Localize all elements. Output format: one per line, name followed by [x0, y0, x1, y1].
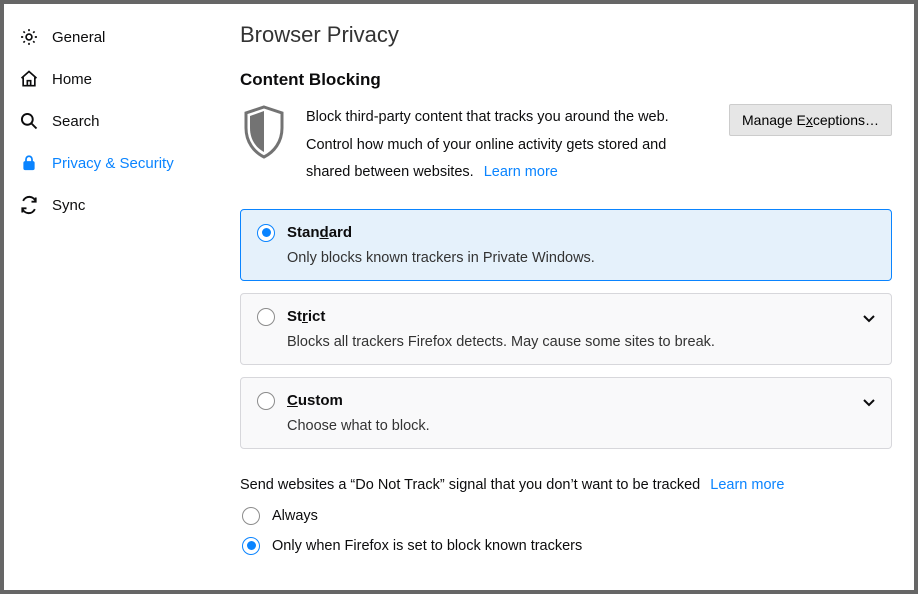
dnt-option-only-blocking[interactable]: Only when Firefox is set to block known … — [240, 537, 892, 555]
dnt-learn-more-link[interactable]: Learn more — [710, 477, 784, 493]
search-icon — [18, 110, 40, 132]
sidebar-item-search[interactable]: Search — [4, 100, 204, 142]
sidebar-item-label: Home — [52, 71, 92, 88]
chevron-down-icon[interactable] — [863, 310, 875, 326]
lock-icon — [18, 152, 40, 174]
option-desc-strict: Blocks all trackers Firefox detects. May… — [287, 334, 875, 350]
gear-icon — [18, 26, 40, 48]
sidebar-item-home[interactable]: Home — [4, 58, 204, 100]
dnt-option-always[interactable]: Always — [240, 507, 892, 525]
sidebar: General Home Search — [4, 4, 204, 590]
sidebar-item-label: Privacy & Security — [52, 155, 174, 172]
dnt-option-always-label: Always — [272, 508, 318, 524]
shield-icon — [240, 104, 288, 163]
sidebar-item-sync[interactable]: Sync — [4, 184, 204, 226]
blocking-option-strict[interactable]: Strict Blocks all trackers Firefox detec… — [240, 293, 892, 365]
chevron-down-icon[interactable] — [863, 394, 875, 410]
option-title-strict: Strict — [287, 308, 325, 325]
blocking-option-custom[interactable]: Custom Choose what to block. — [240, 377, 892, 449]
radio-standard[interactable] — [257, 224, 275, 242]
sidebar-item-label: General — [52, 29, 105, 46]
main-content: Browser Privacy Content Blocking Block t… — [204, 4, 914, 590]
do-not-track-section: Send websites a “Do Not Track” signal th… — [240, 477, 892, 555]
content-blocking-intro: Block third-party content that tracks yo… — [240, 104, 892, 187]
content-blocking-description: Block third-party content that tracks yo… — [306, 104, 695, 187]
sidebar-item-general[interactable]: General — [4, 16, 204, 58]
option-title-custom: Custom — [287, 392, 343, 409]
option-desc-custom: Choose what to block. — [287, 418, 875, 434]
content-blocking-learn-more-link[interactable]: Learn more — [484, 164, 558, 180]
sidebar-item-privacy-security[interactable]: Privacy & Security — [4, 142, 204, 184]
dnt-description-text: Send websites a “Do Not Track” signal th… — [240, 477, 700, 493]
radio-custom[interactable] — [257, 392, 275, 410]
blocking-option-standard[interactable]: Standard Only blocks known trackers in P… — [240, 209, 892, 281]
content-blocking-heading: Content Blocking — [240, 70, 892, 90]
page-title: Browser Privacy — [240, 22, 892, 48]
dnt-description: Send websites a “Do Not Track” signal th… — [240, 477, 892, 493]
dnt-option-only-blocking-label: Only when Firefox is set to block known … — [272, 538, 582, 554]
radio-dnt-always[interactable] — [242, 507, 260, 525]
option-desc-standard: Only blocks known trackers in Private Wi… — [287, 250, 875, 266]
radio-strict[interactable] — [257, 308, 275, 326]
option-title-standard: Standard — [287, 224, 352, 241]
manage-exceptions-button[interactable]: Manage Exceptions… — [729, 104, 892, 136]
home-icon — [18, 68, 40, 90]
sync-icon — [18, 194, 40, 216]
sidebar-item-label: Sync — [52, 197, 85, 214]
sidebar-item-label: Search — [52, 113, 100, 130]
radio-dnt-only-blocking[interactable] — [242, 537, 260, 555]
